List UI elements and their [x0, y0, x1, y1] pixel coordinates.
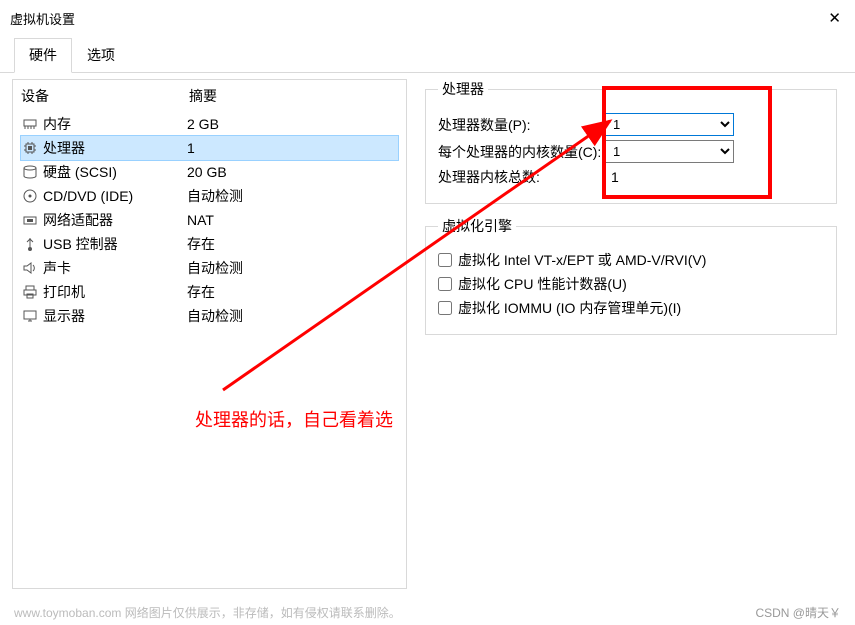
device-row[interactable]: USB 控制器存在	[21, 232, 398, 256]
device-name: 硬盘 (SCSI)	[43, 162, 187, 182]
virt-vtx-label: 虚拟化 Intel VT-x/EPT 或 AMD-V/RVI(V)	[458, 250, 706, 270]
tab-options[interactable]: 选项	[72, 38, 130, 72]
device-row[interactable]: 打印机存在	[21, 280, 398, 304]
virt-cpu-counter-checkbox[interactable]	[438, 277, 452, 291]
total-cores-value: 1	[604, 169, 619, 185]
cd-icon	[21, 188, 39, 204]
display-icon	[21, 308, 39, 324]
disk-icon	[21, 164, 39, 180]
processor-count-label: 处理器数量(P):	[438, 115, 604, 135]
tab-strip: 硬件 选项	[0, 38, 855, 73]
device-row[interactable]: 显示器自动检测	[21, 304, 398, 328]
close-button[interactable]: ✕	[828, 9, 841, 27]
device-row[interactable]: 声卡自动检测	[21, 256, 398, 280]
virt-iommu-label: 虚拟化 IOMMU (IO 内存管理单元)(I)	[458, 298, 681, 318]
device-row[interactable]: CD/DVD (IDE)自动检测	[21, 184, 398, 208]
device-name: 内存	[43, 114, 187, 134]
device-summary: 自动检测	[187, 186, 398, 206]
sound-icon	[21, 260, 39, 276]
total-cores-label: 处理器内核总数:	[438, 167, 604, 187]
processor-count-select[interactable]: 1	[604, 113, 734, 136]
device-name: USB 控制器	[43, 234, 187, 254]
footer: www.toymoban.com 网络图片仅供展示，非存储，如有侵权请联系删除。…	[0, 604, 855, 621]
device-row[interactable]: 网络适配器NAT	[21, 208, 398, 232]
virtualization-legend: 虚拟化引擎	[438, 216, 516, 236]
device-summary: NAT	[187, 212, 398, 228]
usb-icon	[21, 236, 39, 252]
printer-icon	[21, 284, 39, 300]
device-summary: 1	[187, 140, 398, 156]
footer-right: CSDN @晴天￥	[755, 604, 841, 621]
footer-left: www.toymoban.com 网络图片仅供展示，非存储，如有侵权请联系删除。	[14, 604, 401, 621]
device-name: 处理器	[43, 138, 187, 158]
virt-cpu-counter-label: 虚拟化 CPU 性能计数器(U)	[458, 274, 627, 294]
device-row[interactable]: 硬盘 (SCSI)20 GB	[21, 160, 398, 184]
device-list-panel: 设备 摘要 内存2 GB处理器1硬盘 (SCSI)20 GBCD/DVD (ID…	[12, 79, 407, 589]
device-summary: 自动检测	[187, 306, 398, 326]
cores-per-proc-select[interactable]: 1	[604, 140, 734, 163]
virt-iommu-checkbox[interactable]	[438, 301, 452, 315]
titlebar: 虚拟机设置 ✕	[0, 0, 855, 36]
processor-legend: 处理器	[438, 79, 488, 99]
header-summary: 摘要	[189, 86, 398, 106]
device-name: 打印机	[43, 282, 187, 302]
network-icon	[21, 212, 39, 228]
tab-hardware[interactable]: 硬件	[14, 38, 72, 73]
device-summary: 20 GB	[187, 164, 398, 180]
device-summary: 2 GB	[187, 116, 398, 132]
cpu-icon	[21, 140, 39, 156]
device-row[interactable]: 处理器1	[21, 136, 398, 160]
device-name: 显示器	[43, 306, 187, 326]
device-summary: 自动检测	[187, 258, 398, 278]
device-name: CD/DVD (IDE)	[43, 188, 187, 204]
device-name: 网络适配器	[43, 210, 187, 230]
device-name: 声卡	[43, 258, 187, 278]
cores-per-proc-label: 每个处理器的内核数量(C):	[438, 142, 604, 162]
annotation-text: 处理器的话，自己看着选	[195, 406, 393, 432]
window-title: 虚拟机设置	[10, 9, 75, 28]
header-device: 设备	[21, 86, 189, 106]
virtualization-fieldset: 虚拟化引擎 虚拟化 Intel VT-x/EPT 或 AMD-V/RVI(V) …	[425, 216, 837, 335]
memory-icon	[21, 116, 39, 132]
processor-fieldset: 处理器 处理器数量(P): 1 每个处理器的内核数量(C): 1 处理器内	[425, 79, 837, 204]
right-panel: 处理器 处理器数量(P): 1 每个处理器的内核数量(C): 1 处理器内	[419, 79, 843, 589]
virt-vtx-checkbox[interactable]	[438, 253, 452, 267]
device-summary: 存在	[187, 234, 398, 254]
device-row[interactable]: 内存2 GB	[21, 112, 398, 136]
device-summary: 存在	[187, 282, 398, 302]
